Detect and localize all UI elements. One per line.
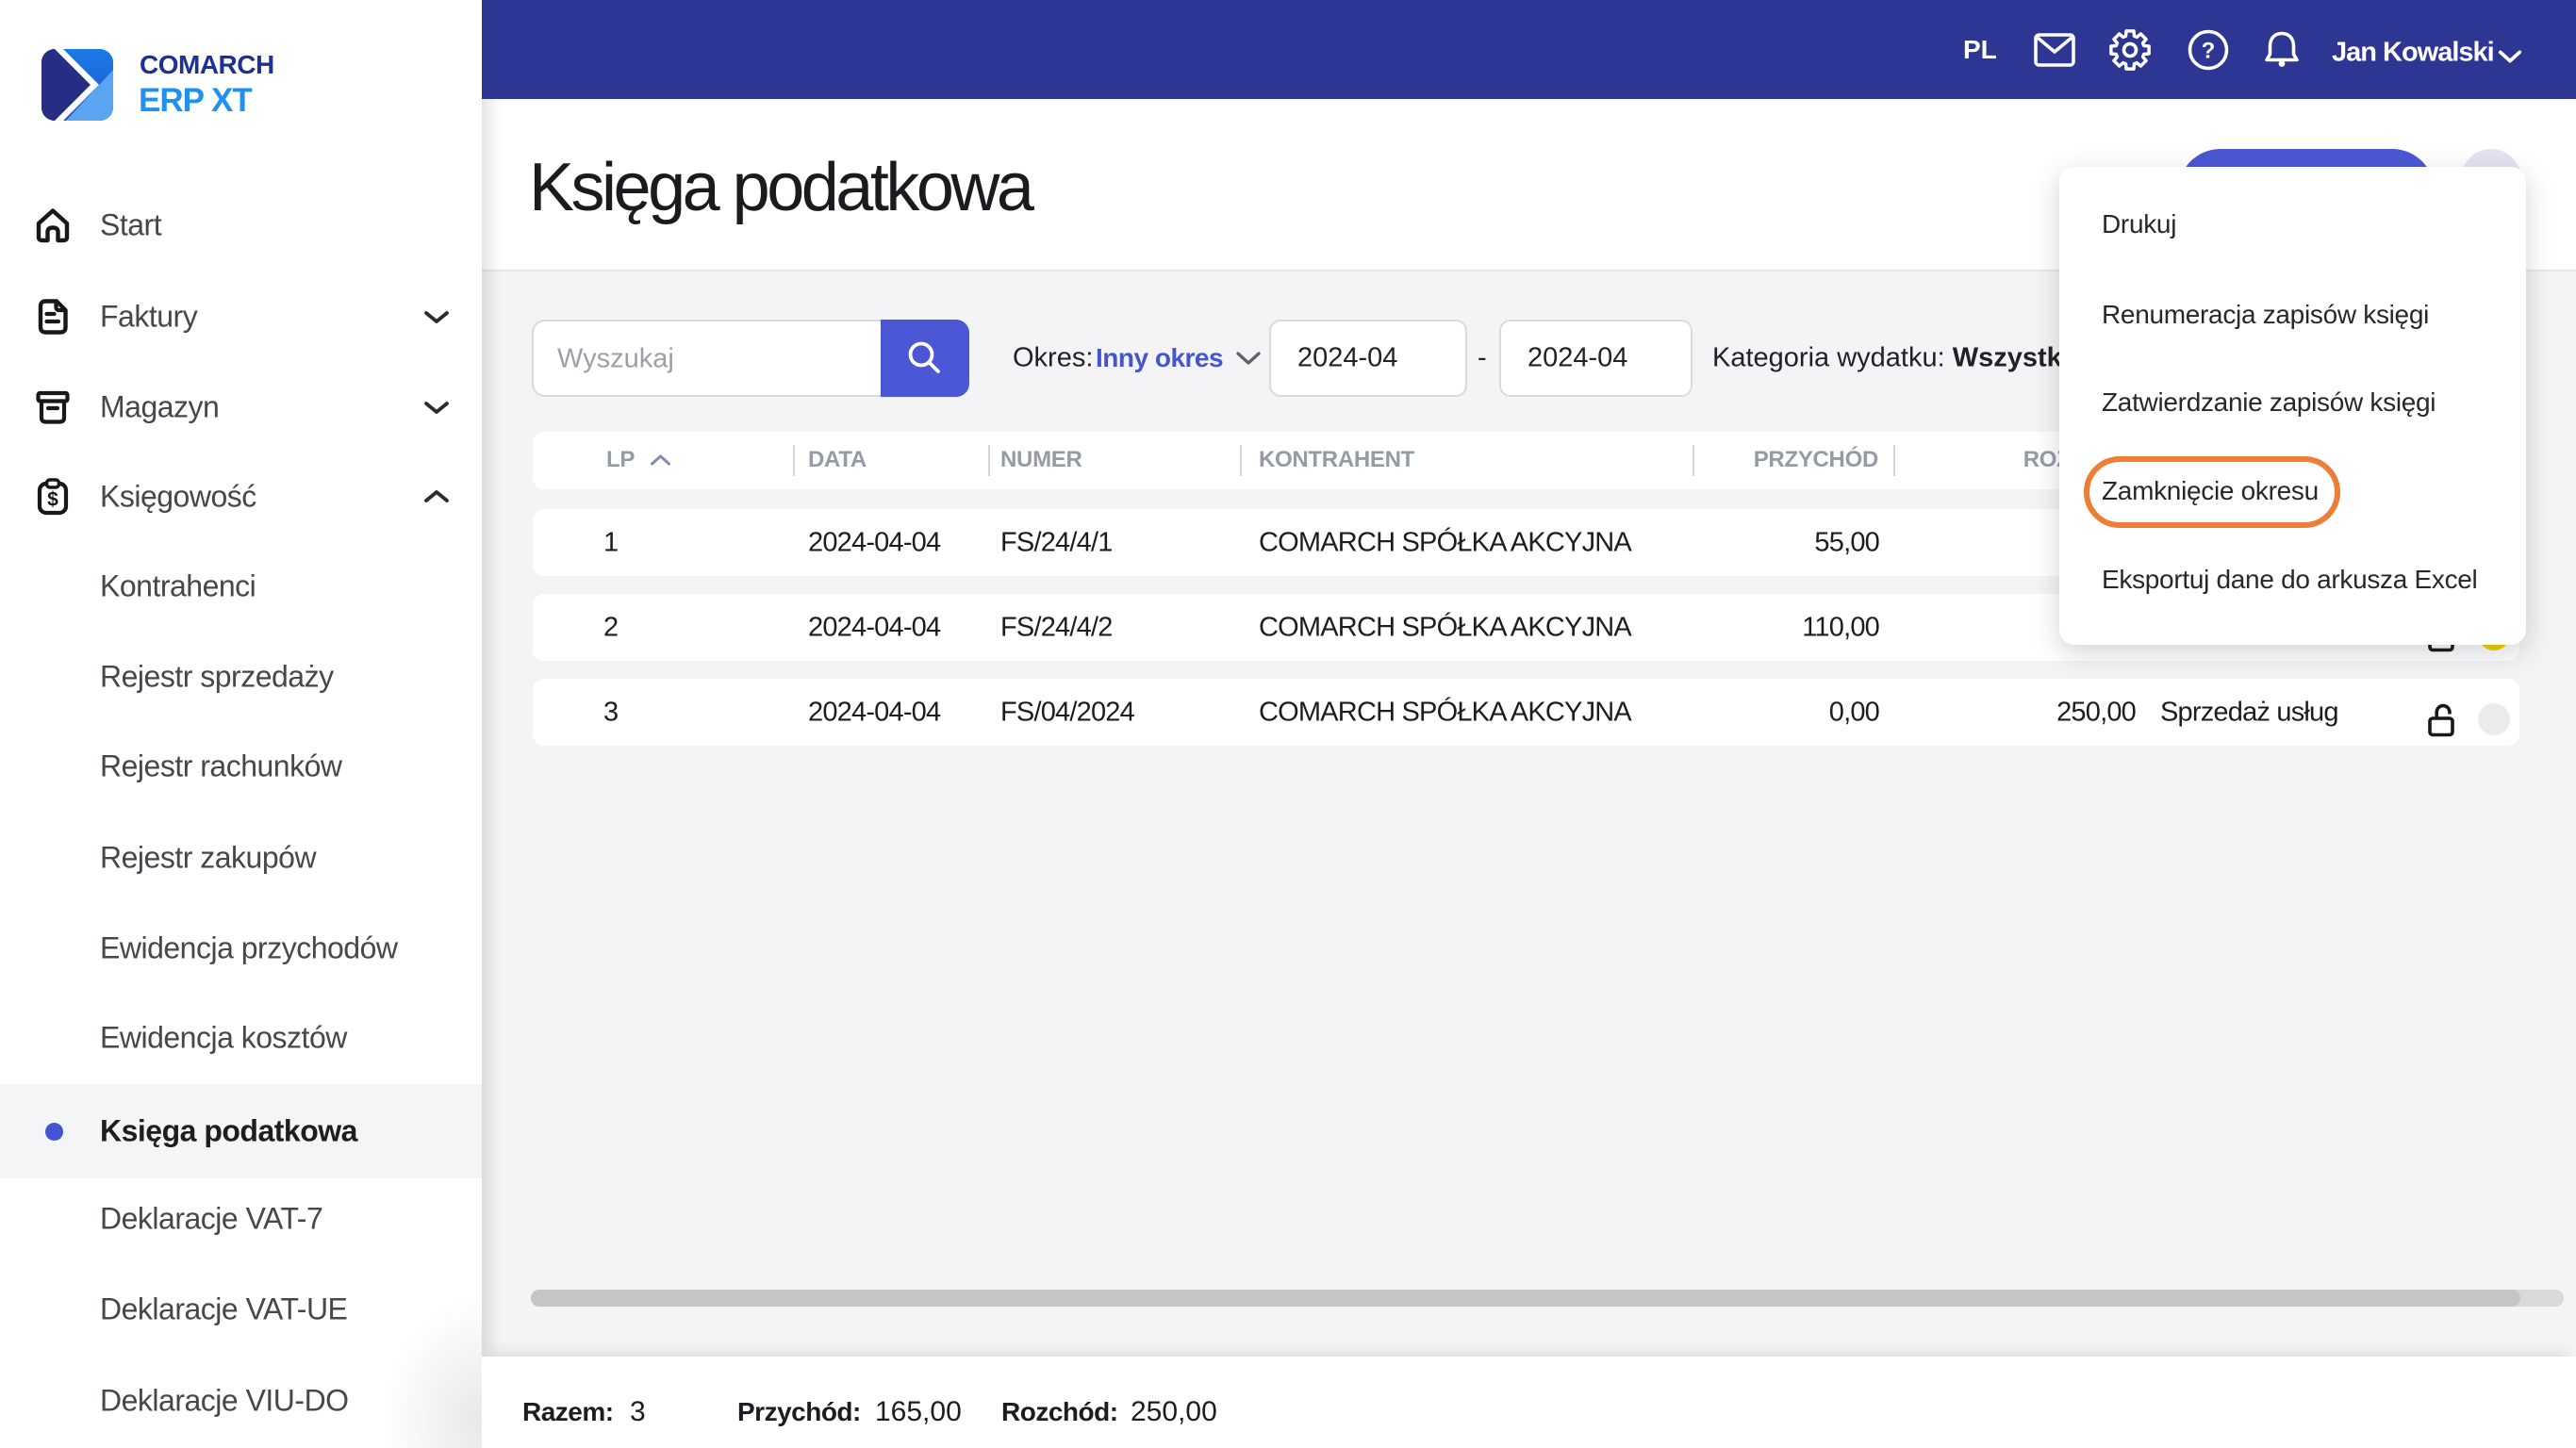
svg-text:?: ?: [2202, 39, 2216, 64]
svg-text:$: $: [47, 489, 58, 511]
